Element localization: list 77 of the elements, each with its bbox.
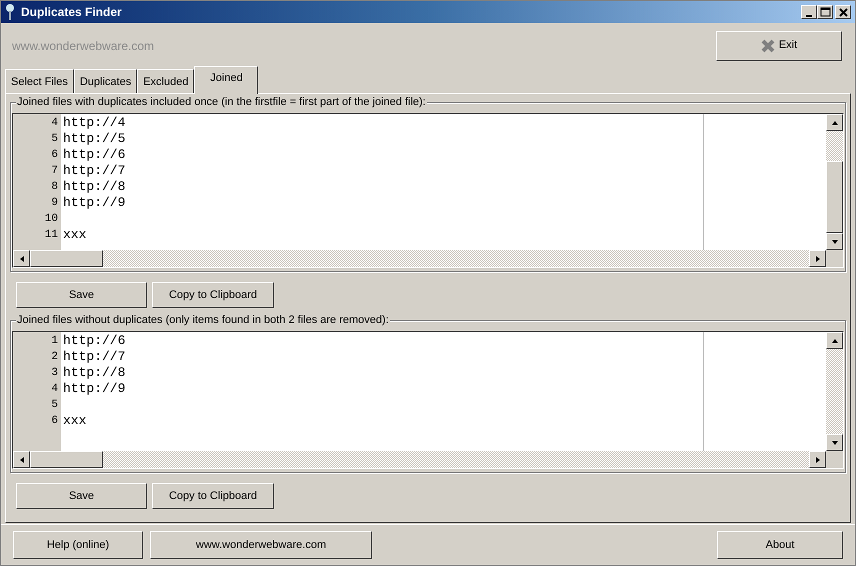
about-button[interactable]: About <box>717 531 843 559</box>
scrollbar-thumb[interactable] <box>30 250 103 267</box>
scroll-right-button[interactable] <box>809 250 826 267</box>
vertical-scrollbar[interactable] <box>826 332 843 451</box>
close-button[interactable] <box>835 5 851 19</box>
code-line: xxx <box>63 413 86 429</box>
triangle-down-icon <box>830 238 838 246</box>
scrollbar-corner <box>826 250 843 267</box>
code-line: http://9 <box>63 195 126 211</box>
code-line: xxx <box>63 227 86 243</box>
line-number: 4 <box>50 116 59 131</box>
line-number: 6 <box>50 148 59 163</box>
website-label: www.wonderwebware.com <box>12 38 154 54</box>
line-number: 5 <box>50 398 59 413</box>
triangle-up-icon <box>830 118 838 126</box>
scrollbar-thumb[interactable] <box>30 451 103 468</box>
triangle-up-icon <box>830 336 838 344</box>
code-line: http://6 <box>63 147 126 163</box>
code-line: http://8 <box>63 179 126 195</box>
group-label: Joined files with duplicates included once (in the firstfile = first part of the joined file): <box>16 95 427 109</box>
line-number: 4 <box>50 382 59 397</box>
tab[interactable]: Excluded <box>137 69 194 93</box>
scroll-down-button[interactable] <box>826 233 843 250</box>
triangle-down-icon <box>830 438 838 446</box>
website-button[interactable]: www.wonderwebware.com <box>150 531 372 559</box>
scroll-right-button[interactable] <box>809 451 826 468</box>
line-number: 7 <box>50 164 59 179</box>
minimize-icon <box>806 14 812 16</box>
text-editor[interactable]: 4 5 6 7 8 9 10 11 http://4 http://5 http://6 http://7 http://8 http://9 xxx <box>12 113 844 268</box>
triangle-left-icon <box>18 456 26 464</box>
exit-button[interactable]: Exit <box>716 30 842 60</box>
scroll-left-button[interactable] <box>13 451 30 468</box>
text-editor[interactable]: 1 2 3 4 5 6 http://6 http://7 http://8 http://9 xxx <box>12 331 844 469</box>
line-number: 1 <box>50 334 59 349</box>
triangle-right-icon <box>814 456 822 464</box>
scrollbar-thumb[interactable] <box>826 161 843 233</box>
code-line: http://6 <box>63 333 126 349</box>
maximize-icon <box>818 6 832 18</box>
close-icon <box>760 38 775 52</box>
tab[interactable]: Duplicates <box>74 69 138 93</box>
line-number: 9 <box>50 196 59 211</box>
line-number: 11 <box>44 228 59 243</box>
code-line: http://7 <box>63 349 126 365</box>
group-label: Joined files without duplicates (only items found in both 2 files are removed): <box>16 313 390 327</box>
window-title: Duplicates Finder <box>21 4 122 21</box>
code-line: http://4 <box>63 115 126 131</box>
triangle-left-icon <box>18 254 26 262</box>
triangle-right-icon <box>814 254 822 262</box>
save-button[interactable]: Save <box>16 282 147 308</box>
maximize-button[interactable] <box>817 5 833 19</box>
copy-button[interactable]: Copy to Clipboard <box>152 483 274 509</box>
tab[interactable]: Joined <box>194 66 258 94</box>
tab[interactable]: Select Files <box>5 69 74 93</box>
save-button[interactable]: Save <box>16 483 147 509</box>
line-number: 6 <box>50 414 59 429</box>
scrollbar-corner <box>826 451 843 468</box>
scroll-up-button[interactable] <box>826 332 843 349</box>
copy-button[interactable]: Copy to Clipboard <box>152 282 274 308</box>
scroll-up-button[interactable] <box>826 114 843 131</box>
line-number: 8 <box>50 180 59 195</box>
help-button[interactable]: Help (online) <box>13 531 143 559</box>
horizontal-scrollbar[interactable] <box>13 451 843 468</box>
vertical-scrollbar[interactable] <box>826 114 843 250</box>
close-icon <box>836 6 850 18</box>
pin-icon <box>5 4 15 20</box>
line-number: 3 <box>50 366 59 381</box>
code-line: http://9 <box>63 381 126 397</box>
code-line: http://5 <box>63 131 126 147</box>
scroll-down-button[interactable] <box>826 434 843 451</box>
line-number: 2 <box>50 350 59 365</box>
horizontal-scrollbar[interactable] <box>13 250 843 267</box>
line-number: 10 <box>44 212 59 227</box>
code-line: http://8 <box>63 365 126 381</box>
code-line: http://7 <box>63 163 126 179</box>
line-number: 5 <box>50 132 59 147</box>
minimize-button[interactable] <box>801 5 817 19</box>
scroll-left-button[interactable] <box>13 250 30 267</box>
